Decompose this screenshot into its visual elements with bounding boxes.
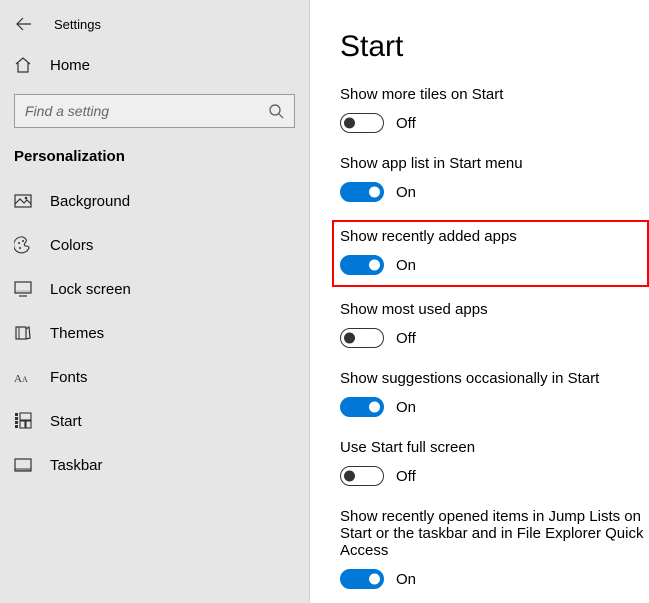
setting-label: Show recently opened items in Jump Lists…: [340, 508, 649, 559]
toggle-state-text: Off: [396, 115, 416, 132]
toggle-state-text: On: [396, 257, 416, 274]
setting-item: Use Start full screen Off: [340, 439, 649, 486]
nav-item-colors[interactable]: Colors: [0, 223, 309, 267]
home-icon: [14, 56, 32, 74]
fonts-icon: AA: [14, 368, 32, 386]
nav-home-label: Home: [50, 57, 90, 74]
setting-label: Use Start full screen: [340, 439, 649, 456]
toggle-switch[interactable]: [340, 255, 384, 275]
app-title: Settings: [54, 17, 101, 32]
toggle-state-text: On: [396, 571, 416, 588]
toggle-row: Off: [340, 466, 649, 486]
settings-list: Show more tiles on Start Off Show app list…: [340, 86, 649, 589]
setting-item: Show app list in Start menu On: [340, 155, 649, 202]
toggle-switch[interactable]: [340, 569, 384, 589]
nav-item-label: Background: [50, 193, 130, 210]
nav-item-themes[interactable]: Themes: [0, 311, 309, 355]
section-header: Personalization: [0, 142, 309, 179]
toggle-row: On: [340, 397, 649, 417]
nav-item-lockscreen[interactable]: Lock screen: [0, 267, 309, 311]
sidebar: Settings Home Personalization Background…: [0, 0, 310, 603]
toggle-switch[interactable]: [340, 182, 384, 202]
nav-item-label: Colors: [50, 237, 93, 254]
toggle-switch[interactable]: [340, 466, 384, 486]
toggle-row: On: [340, 569, 649, 589]
setting-label: Show more tiles on Start: [340, 86, 649, 103]
nav-item-label: Fonts: [50, 369, 88, 386]
lock-screen-icon: [14, 280, 32, 298]
nav-item-start[interactable]: Start: [0, 399, 309, 443]
setting-item: Show recently opened items in Jump Lists…: [340, 508, 649, 589]
nav-list: Background Colors Lock screen Themes AA …: [0, 179, 309, 487]
back-button[interactable]: [14, 14, 34, 34]
nav-item-label: Themes: [50, 325, 104, 342]
nav-item-fonts[interactable]: AA Fonts: [0, 355, 309, 399]
search-box[interactable]: [14, 94, 295, 128]
toggle-row: On: [340, 182, 649, 202]
start-icon: [14, 412, 32, 430]
setting-label: Show suggestions occasionally in Start: [340, 370, 649, 387]
nav-item-background[interactable]: Background: [0, 179, 309, 223]
nav-item-taskbar[interactable]: Taskbar: [0, 443, 309, 487]
title-bar: Settings: [0, 10, 309, 46]
svg-text:A: A: [22, 375, 28, 384]
setting-label: Show app list in Start menu: [340, 155, 649, 172]
setting-item: Show suggestions occasionally in Start On: [340, 370, 649, 417]
palette-icon: [14, 236, 32, 254]
setting-label: Show recently added apps: [340, 228, 577, 245]
setting-label: Show most used apps: [340, 301, 649, 318]
nav-item-label: Taskbar: [50, 457, 103, 474]
toggle-state-text: Off: [396, 468, 416, 485]
toggle-state-text: Off: [396, 330, 416, 347]
search-icon: [268, 103, 284, 119]
arrow-left-icon: [16, 16, 32, 32]
taskbar-icon: [14, 456, 32, 474]
toggle-row: Off: [340, 328, 649, 348]
main-panel: Start Show more tiles on Start Off Show ap…: [310, 0, 649, 603]
page-title: Start: [340, 30, 649, 64]
toggle-row: Off: [340, 113, 649, 133]
svg-text:A: A: [14, 373, 22, 384]
toggle-row: On: [340, 255, 577, 275]
toggle-state-text: On: [396, 399, 416, 416]
nav-item-label: Lock screen: [50, 281, 131, 298]
nav-item-label: Start: [50, 413, 82, 430]
search-input[interactable]: [25, 103, 268, 119]
nav-home[interactable]: Home: [0, 46, 309, 84]
setting-item: Show more tiles on Start Off: [340, 86, 649, 133]
themes-icon: [14, 324, 32, 342]
toggle-state-text: On: [396, 184, 416, 201]
toggle-switch[interactable]: [340, 328, 384, 348]
setting-item: Show recently added apps On: [332, 220, 649, 287]
image-icon: [14, 192, 32, 210]
toggle-switch[interactable]: [340, 397, 384, 417]
toggle-switch[interactable]: [340, 113, 384, 133]
setting-item: Show most used apps Off: [340, 301, 649, 348]
